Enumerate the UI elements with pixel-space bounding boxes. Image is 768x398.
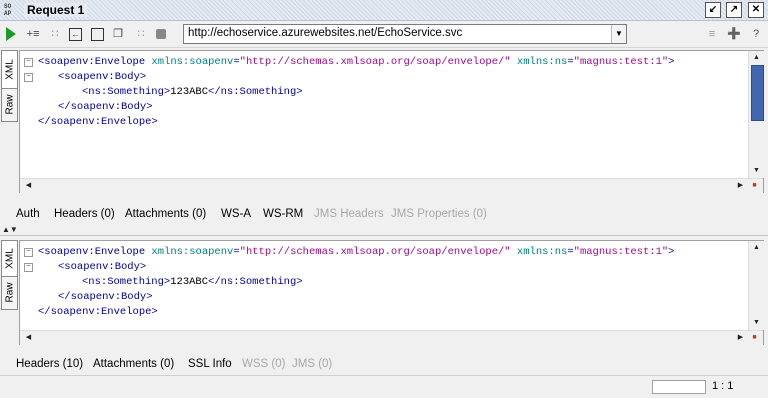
code-token: "magnus:test:1" [573,246,669,258]
code-line: </soapenv:Envelope> [38,115,158,129]
scroll-left-icon[interactable]: ◀ [22,331,35,344]
tab-request-raw[interactable]: Raw [1,88,18,122]
code-token: xmlns:ns [516,56,568,68]
tile-icon[interactable]: ← [69,28,82,41]
code-line: <ns:Something>123ABC</ns:Something> [82,85,303,99]
plus-icon[interactable]: ➕ [727,27,741,41]
code-token: xmlns:ns [516,246,568,258]
tab-jms-headers[interactable]: JMS Headers [314,208,384,220]
fold-toggle-icon[interactable]: − [24,248,33,257]
request-editor-tabs: XML Raw [0,50,18,195]
fold-toggle-icon[interactable]: − [24,263,33,272]
minimize-icon[interactable]: ↙ [705,2,721,18]
response-editor-tabs: XML Raw [0,240,18,340]
close-icon[interactable]: ✕ [748,2,764,18]
response-bottom-tabs: Headers (10) Attachments (0) SSL Info WSS (… [16,358,716,374]
help-icon[interactable]: ? [749,27,763,41]
code-token: <soapenv:Body> [58,71,147,83]
tab-ssl-info[interactable]: SSL Info [188,358,232,370]
status-field [652,380,706,394]
fold-toggle-icon[interactable]: − [24,58,33,67]
code-line: <soapenv:Envelope xmlns:soapenv="http://… [38,55,674,69]
cursor-position: 1 : 1 [712,380,734,392]
window-title: Request 1 [24,3,88,17]
copy-icon[interactable]: ❐ [111,27,125,41]
code-line: <soapenv:Body> [58,260,146,274]
code-token: <soapenv:Envelope [38,56,152,68]
response-horizontal-scrollbar[interactable]: ◀ ▶ ■ [20,330,763,345]
tab-auth[interactable]: Auth [16,208,40,220]
request-vertical-scrollbar[interactable]: ▲ ▼ [748,51,764,178]
tab-ws-a[interactable]: WS-A [221,208,251,220]
scroll-up-icon[interactable]: ▲ [750,241,763,254]
endpoint-url-select[interactable]: http://echoservice.azurewebsites.net/Ech… [183,24,627,44]
response-vertical-scrollbar[interactable]: ▲ ▼ [748,241,764,330]
code-token: "magnus:test:1" [573,56,669,68]
code-line: </soapenv:Envelope> [38,305,158,319]
tab-attachments-0[interactable]: Attachments (0) [125,208,206,220]
tab-jms-properties-0[interactable]: JMS Properties (0) [391,208,487,220]
code-line: </soapenv:Body> [58,290,153,304]
code-token: > [668,246,675,258]
scroll-up-icon[interactable]: ▲ [750,51,763,64]
scroll-left-icon[interactable]: ◀ [22,179,35,192]
code-token: "http://schemas.xmlsoap.org/soap/envelop… [239,56,511,68]
add-assertion-icon[interactable]: ∷ [48,27,62,41]
tab-headers-10[interactable]: Headers (10) [16,358,83,370]
request-horizontal-scrollbar[interactable]: ◀ ▶ ■ [20,178,763,193]
request-bottom-tabs: Auth Headers (0) Attachments (0) WS-A WS-RM J… [16,208,716,224]
tab-wss-0[interactable]: WSS (0) [242,358,285,370]
add-to-testcase-icon[interactable]: +≡ [26,27,40,41]
tab-response-raw[interactable]: Raw [1,276,18,310]
code-token: </soapenv:Envelope> [38,116,158,128]
title-bar: SO AP Request 1 ↙ ↗ ✕ [0,0,768,21]
code-line: <soapenv:Envelope xmlns:soapenv="http://… [38,245,674,259]
code-token: <soapenv:Envelope [38,246,152,258]
options-icon[interactable]: ∷ [134,27,148,41]
code-token: </soapenv:Body> [58,291,153,303]
toolbar: +≡ ∷ ← ❐ ∷ http://echoservice.azurewebsi… [0,21,768,48]
corner-icon: ■ [752,334,757,341]
tab-ws-rm[interactable]: WS-RM [263,208,303,220]
request-xml-editor[interactable]: − <soapenv:Envelope xmlns:soapenv="http:/… [19,50,764,193]
code-token: xmlns:soapenv [151,56,234,68]
raw-format-icon[interactable]: ≡ [705,27,719,41]
corner-icon: ■ [752,182,757,189]
code-line: <ns:Something>123ABC</ns:Something> [82,275,303,289]
scroll-thumb[interactable] [751,65,764,121]
chevron-down-icon[interactable]: ▼ [611,25,626,43]
soap-icon: SO AP [4,3,12,17]
cancel-icon[interactable] [156,29,166,39]
scroll-down-icon[interactable]: ▼ [750,316,763,329]
code-token: </ns:Something> [208,276,303,288]
endpoint-url-value: http://echoservice.azurewebsites.net/Ech… [188,27,463,39]
code-token: xmlns:soapenv [151,246,234,258]
scroll-down-icon[interactable]: ▼ [750,164,763,177]
scroll-right-icon[interactable]: ▶ [734,179,747,192]
tab-attachments-0[interactable]: Attachments (0) [93,358,174,370]
code-token: 123ABC [170,86,209,98]
code-line: <soapenv:Body> [58,70,146,84]
scroll-right-icon[interactable]: ▶ [734,331,747,344]
splitter [0,235,768,236]
code-token: "http://schemas.xmlsoap.org/soap/envelop… [239,246,511,258]
code-token: <soapenv:Body> [58,261,147,273]
split-icon[interactable] [91,28,104,41]
maximize-icon[interactable]: ↗ [726,2,742,18]
response-xml-editor[interactable]: − <soapenv:Envelope xmlns:soapenv="http:/… [19,240,764,345]
fold-toggle-icon[interactable]: − [24,73,33,82]
status-divider [0,375,768,376]
code-token: </soapenv:Body> [58,101,153,113]
code-line: </soapenv:Body> [58,100,153,114]
code-token: </soapenv:Envelope> [38,306,158,318]
tab-headers-0[interactable]: Headers (0) [54,208,115,220]
code-token: <ns:Something> [82,86,171,98]
code-token: </ns:Something> [208,86,303,98]
code-token: > [668,56,675,68]
tab-jms-0[interactable]: JMS (0) [292,358,332,370]
code-token: <ns:Something> [82,276,171,288]
code-token: 123ABC [170,276,209,288]
